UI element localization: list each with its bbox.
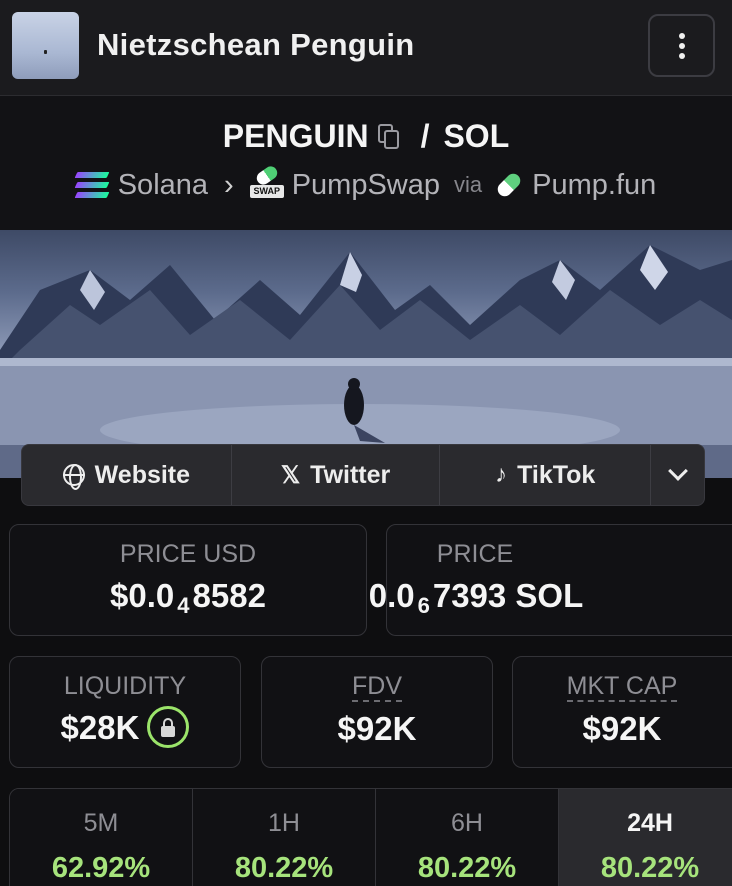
solana-icon bbox=[74, 172, 110, 198]
base-symbol: PENGUIN bbox=[222, 118, 369, 154]
website-label: Website bbox=[94, 460, 191, 489]
token-banner-image bbox=[0, 230, 732, 478]
chain-link[interactable]: Solana bbox=[118, 169, 208, 202]
chevron-right-icon: › bbox=[224, 168, 234, 201]
pumpswap-icon: SWAP bbox=[249, 163, 284, 202]
route-breadcrumb: Solana › SWAP PumpSwap via Pump.fun bbox=[0, 163, 732, 202]
pair-info: PENGUIN / SOL Solana › SWAP PumpSwap via P… bbox=[0, 96, 732, 230]
pumpfun-icon bbox=[494, 170, 524, 200]
tab-change: 62.92% bbox=[51, 852, 151, 884]
tiktok-label: TikTok bbox=[517, 460, 596, 489]
tab-change: 80.22% bbox=[600, 852, 700, 884]
price-sol-zero-count: 6 bbox=[417, 593, 430, 618]
lock-icon[interactable] bbox=[147, 706, 190, 749]
tab-change: 80.22% bbox=[234, 852, 334, 884]
via-label: via bbox=[454, 172, 483, 197]
more-links-button[interactable] bbox=[651, 445, 704, 505]
globe-icon bbox=[62, 464, 85, 490]
tab-label: 24H bbox=[627, 809, 673, 837]
more-menu-button[interactable] bbox=[648, 14, 715, 77]
tiktok-icon: ♪ bbox=[495, 461, 508, 488]
twitter-label: Twitter bbox=[310, 460, 391, 489]
app-header: Nietzschean Penguin bbox=[0, 0, 732, 96]
kebab-menu-icon bbox=[678, 32, 685, 59]
website-button[interactable]: Website bbox=[22, 445, 232, 505]
liquidity-value: $28K bbox=[60, 709, 140, 746]
quote-symbol: SOL bbox=[443, 118, 510, 154]
pair-separator: / bbox=[420, 118, 430, 154]
twitter-button[interactable]: 𝕏 Twitter bbox=[232, 445, 441, 505]
mkt-cap-card: MKT CAP $92K bbox=[512, 656, 732, 768]
pumpswap-badge: SWAP bbox=[249, 185, 284, 198]
social-links-bar: Website 𝕏 Twitter ♪ TikTok bbox=[21, 444, 705, 506]
tab-label: 5M bbox=[83, 809, 119, 837]
liquidity-value-row: $28K bbox=[10, 706, 240, 751]
x-logo-icon: 𝕏 bbox=[280, 461, 301, 489]
token-avatar bbox=[12, 12, 79, 79]
tab-1h[interactable]: 1H 80.22% bbox=[193, 789, 376, 886]
dex-link[interactable]: PumpSwap bbox=[292, 169, 440, 202]
fdv-label[interactable]: FDV bbox=[352, 672, 402, 702]
tab-change: 80.22% bbox=[417, 852, 517, 884]
mkt-cap-label[interactable]: MKT CAP bbox=[566, 672, 678, 702]
tab-5m[interactable]: 5M 62.92% bbox=[10, 789, 193, 886]
fdv-card: FDV $92K bbox=[261, 656, 493, 768]
price-usd-zero-count: 4 bbox=[177, 593, 190, 618]
token-name: Nietzschean Penguin bbox=[97, 27, 415, 62]
chevron-down-icon bbox=[667, 461, 688, 481]
tiktok-button[interactable]: ♪ TikTok bbox=[440, 445, 652, 505]
mkt-cap-value: $92K bbox=[582, 710, 662, 747]
timeframe-tabs: 5M 62.92% 1H 80.22% 6H 80.22% 24H 80.22% bbox=[9, 788, 732, 886]
tab-label: 6H bbox=[451, 809, 483, 837]
tab-24h[interactable]: 24H 80.22% bbox=[559, 789, 732, 886]
copy-icon[interactable] bbox=[375, 122, 401, 150]
fdv-value: $92K bbox=[337, 710, 417, 747]
tab-label: 1H bbox=[268, 809, 300, 837]
pair-title: PENGUIN / SOL bbox=[0, 118, 732, 156]
tab-6h[interactable]: 6H 80.22% bbox=[376, 789, 559, 886]
price-sol-card: PRICE 0.0 67393 SOL bbox=[369, 524, 732, 636]
launchpad-link[interactable]: Pump.fun bbox=[532, 169, 656, 202]
liquidity-label: LIQUIDITY bbox=[63, 672, 187, 700]
liquidity-card: LIQUIDITY $28K bbox=[9, 656, 241, 768]
price-sol-value: 0.0 67393 SOL bbox=[368, 577, 584, 618]
price-sol-label: PRICE bbox=[436, 540, 514, 568]
